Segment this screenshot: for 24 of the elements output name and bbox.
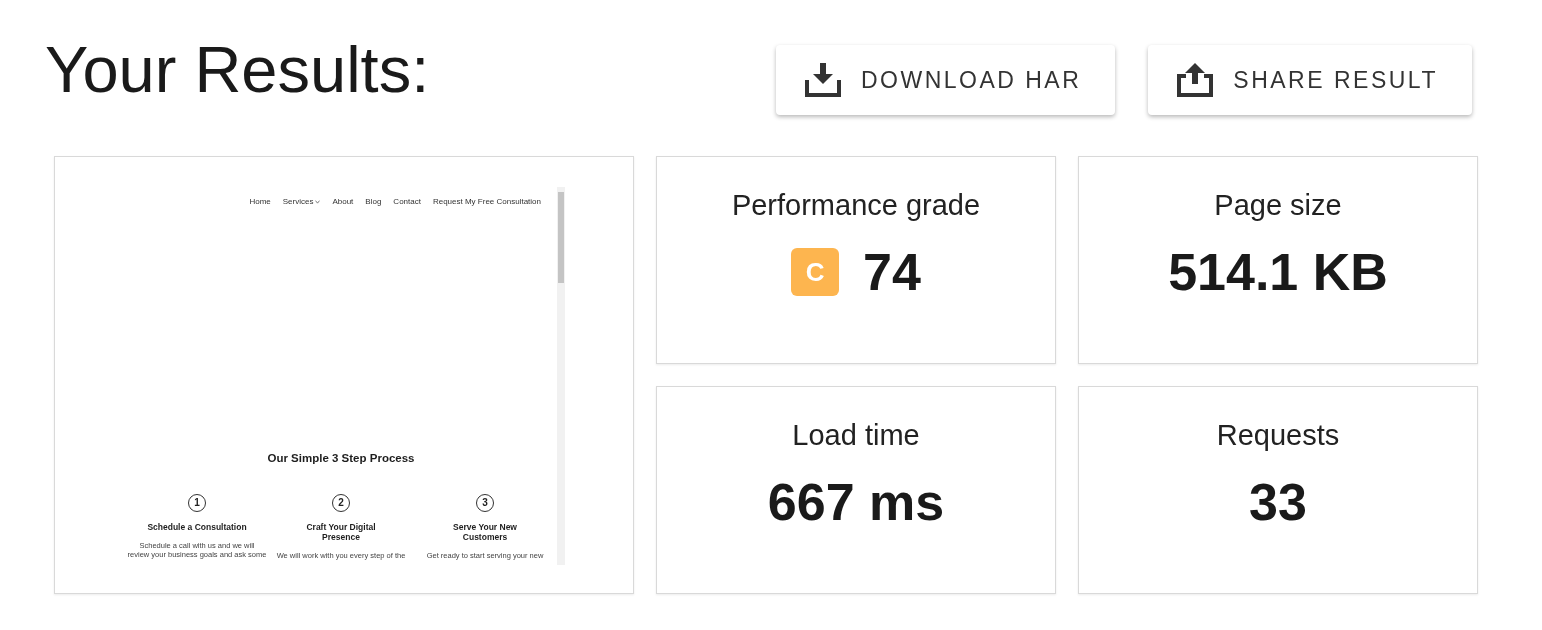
nav-link[interactable]: Request My Free Consultation: [432, 197, 541, 207]
metric-label: Performance grade: [731, 188, 981, 222]
metric-value: 667 ms: [767, 472, 945, 532]
step-title: Schedule a Consultation: [147, 522, 247, 532]
metric-label: Page size: [1214, 188, 1342, 222]
metric-label: Requests: [1216, 418, 1340, 452]
download-icon: [804, 63, 841, 97]
grade-badge: C: [791, 248, 840, 296]
step-title: Serve Your New Customers: [453, 522, 517, 542]
download-button[interactable]: DOWNLOAD HAR: [775, 45, 1116, 115]
section-heading: Our Simple 3 Step Process: [266, 451, 416, 465]
nav-link[interactable]: About: [332, 197, 354, 207]
nav-link[interactable]: Home: [249, 197, 271, 207]
metric-value: 74: [863, 242, 921, 302]
share-button[interactable]: SHARE RESULT: [1148, 45, 1472, 115]
nav-link[interactable]: Contact: [393, 197, 421, 207]
nav-link[interactable]: Services: [282, 197, 314, 207]
step-title: Craft Your Digital Presence: [306, 522, 376, 542]
metric-label: Load time: [792, 418, 920, 452]
upload-icon: [1177, 63, 1214, 97]
metric-value: 33: [1249, 472, 1307, 532]
nav-link[interactable]: Blog: [365, 197, 382, 207]
metric-value: 514.1 KB: [1168, 242, 1388, 302]
page-title: Your Results:: [45, 38, 430, 102]
